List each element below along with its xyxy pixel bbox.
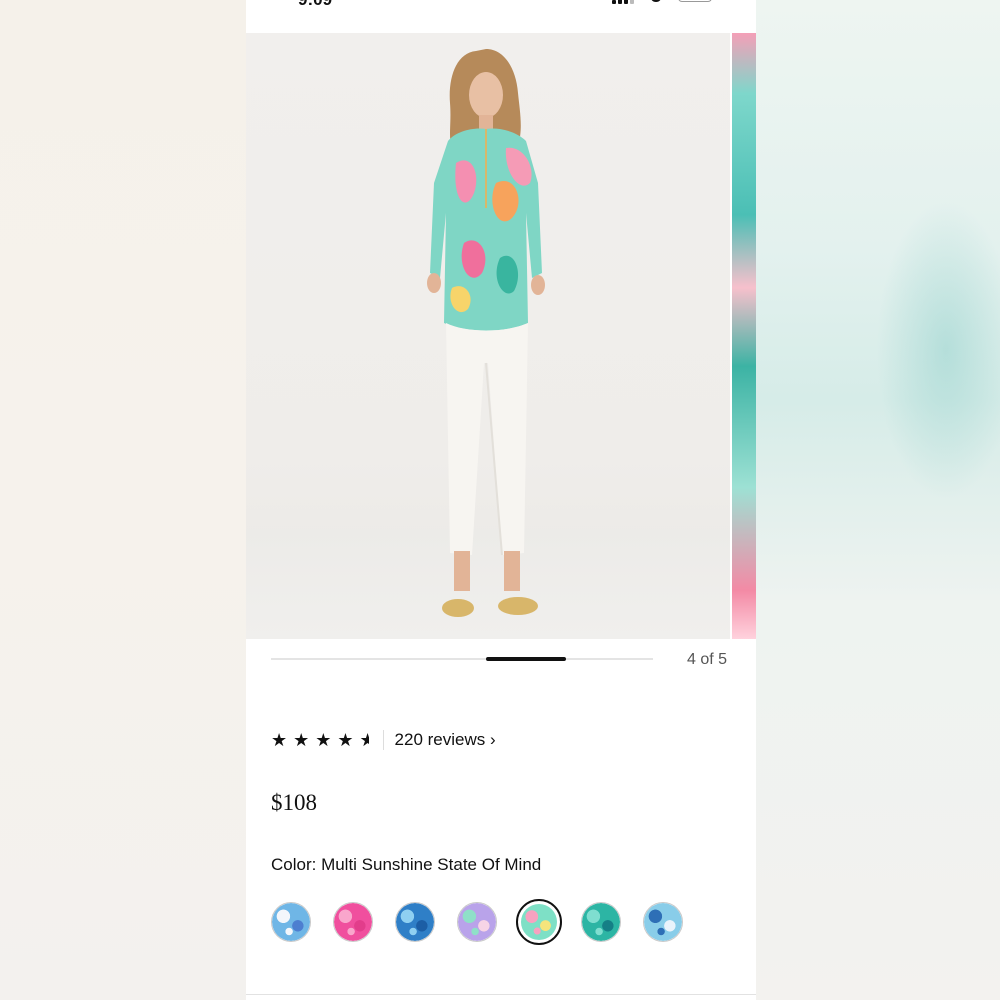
product-photo-next-peek[interactable]: [732, 33, 756, 639]
swatch-pattern: [644, 903, 682, 941]
image-gallery[interactable]: [246, 33, 756, 639]
product-page: 9:09: [246, 0, 756, 1000]
color-swatch-5[interactable]: [516, 899, 562, 945]
rating-row: ★★★★★ 220 reviews ›: [271, 729, 496, 751]
color-swatch-3[interactable]: [395, 902, 435, 942]
color-swatch-4[interactable]: [457, 902, 497, 942]
battery-icon: [678, 0, 712, 2]
reviews-link[interactable]: 220 reviews ›: [395, 730, 496, 750]
divider: [246, 994, 756, 995]
color-swatch-2[interactable]: [333, 902, 373, 942]
status-time: 9:09: [298, 0, 332, 10]
swatch-pattern: [272, 903, 310, 941]
signal-icon: [612, 0, 634, 4]
star-rating-icon: ★★★★★: [271, 729, 369, 751]
rating-divider: [382, 730, 384, 750]
swatch-pattern: [458, 903, 496, 941]
color-label: Color: Multi Sunshine State Of Mind: [271, 855, 542, 874]
status-bar: 9:09: [246, 0, 756, 33]
gallery-pager: 4 of 5: [271, 651, 741, 675]
background-blur-right: [756, 0, 1000, 1000]
color-swatch-6[interactable]: [581, 902, 621, 942]
swatch-pattern: [396, 903, 434, 941]
pager-track[interactable]: [271, 657, 653, 661]
product-photo-main[interactable]: [246, 33, 730, 639]
swatch-pattern: [582, 903, 620, 941]
background-blur-left: [0, 0, 246, 1000]
pager-count: 4 of 5: [686, 651, 727, 668]
product-price: $108: [271, 790, 317, 815]
swatch-pattern: [334, 903, 372, 941]
model-figure: [427, 49, 545, 617]
swatch-pattern: [521, 904, 557, 940]
wifi-icon: [650, 0, 662, 2]
pager-thumb[interactable]: [485, 657, 566, 661]
color-swatch-7[interactable]: [643, 902, 683, 942]
color-swatch-1[interactable]: [271, 902, 311, 942]
